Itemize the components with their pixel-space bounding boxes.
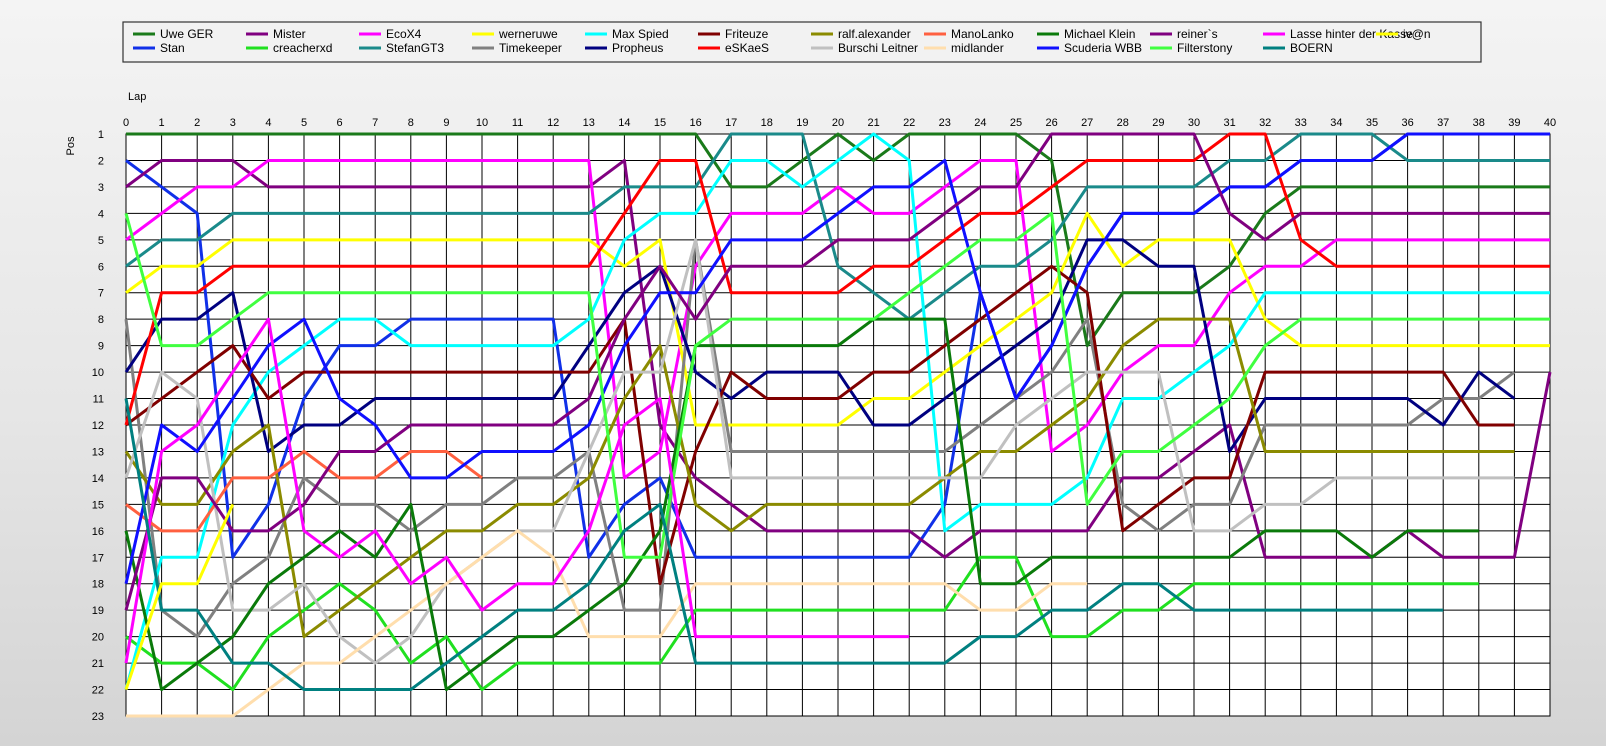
y-tick-label: 2	[98, 155, 104, 167]
y-axis-label: Pos	[65, 136, 77, 155]
y-tick-label: 5	[98, 235, 104, 247]
x-tick-label: 8	[408, 117, 414, 129]
x-tick-label: 34	[1330, 117, 1342, 129]
legend-label: creacherxd	[273, 41, 332, 55]
y-tick-label: 15	[92, 499, 104, 511]
legend-label: Uwe GER	[160, 27, 214, 41]
legend-label: Filterstony	[1177, 41, 1232, 55]
legend-label: Mister	[273, 27, 306, 41]
x-tick-label: 1	[159, 117, 165, 129]
legend-label: ManoLanko	[951, 27, 1014, 41]
legend-label: Michael Klein	[1064, 27, 1135, 41]
y-tick-label: 10	[92, 367, 104, 379]
y-tick-label: 16	[92, 526, 104, 538]
x-tick-label: 7	[372, 117, 378, 129]
x-tick-label: 10	[476, 117, 488, 129]
y-tick-label: 11	[93, 394, 104, 406]
x-tick-label: 36	[1401, 117, 1413, 129]
x-tick-label: 5	[301, 117, 307, 129]
legend: Uwe GERStan Mistercreacherxd EcoX4StefanGT…	[122, 21, 1482, 63]
x-tick-label: 9	[443, 117, 449, 129]
y-tick-label: 6	[98, 261, 104, 273]
x-tick-label: 12	[547, 117, 559, 129]
legend-label: Burschi Leitner	[838, 41, 918, 55]
x-tick-label: 22	[903, 117, 915, 129]
y-tick-label: 13	[92, 446, 104, 458]
x-tick-label: 20	[832, 117, 844, 129]
legend-label: Stan	[160, 41, 185, 55]
legend-label: Propheus	[612, 41, 663, 55]
x-tick-label: 6	[337, 117, 343, 129]
y-tick-label: 3	[98, 182, 104, 194]
x-tick-label: 30	[1188, 117, 1200, 129]
x-tick-label: 35	[1366, 117, 1378, 129]
x-tick-label: 25	[1010, 117, 1022, 129]
legend-label: iv@n	[1403, 27, 1431, 41]
x-tick-label: 4	[265, 117, 271, 129]
y-tick-label: 17	[92, 552, 104, 564]
position-chart: Uwe GERStan Mistercreacherxd EcoX4StefanGT…	[65, 21, 1556, 723]
y-tick-label: 12	[92, 420, 104, 432]
x-tick-label: 11	[512, 117, 523, 129]
x-tick-label: 32	[1259, 117, 1271, 129]
x-tick-label: 23	[939, 117, 951, 129]
x-tick-label: 17	[725, 117, 737, 129]
y-tick-label: 18	[92, 579, 104, 591]
y-tick-label: 22	[92, 685, 104, 697]
x-tick-label: 24	[974, 117, 986, 129]
legend-label: Timekeeper	[499, 41, 562, 55]
y-ticks: 1234567891011121314151617181920212223	[92, 129, 104, 723]
y-tick-label: 9	[98, 341, 104, 353]
legend-label: BOERN	[1290, 41, 1333, 55]
x-tick-label: 27	[1081, 117, 1093, 129]
x-tick-label: 15	[654, 117, 666, 129]
legend-label: werneruwe	[498, 27, 558, 41]
y-tick-label: 8	[98, 314, 104, 326]
y-tick-label: 19	[92, 605, 104, 617]
x-tick-label: 2	[194, 117, 200, 129]
legend-label: EcoX4	[386, 27, 422, 41]
y-tick-label: 14	[92, 473, 104, 485]
y-tick-label: 1	[98, 129, 104, 141]
legend-label: Friteuze	[725, 27, 769, 41]
x-tick-label: 13	[583, 117, 595, 129]
x-tick-label: 26	[1045, 117, 1057, 129]
legend-label: ralf.alexander	[838, 27, 911, 41]
y-tick-label: 4	[98, 208, 104, 220]
x-tick-label: 40	[1544, 117, 1556, 129]
legend-label: Scuderia WBB	[1064, 41, 1142, 55]
x-tick-label: 39	[1508, 117, 1520, 129]
x-tick-label: 16	[689, 117, 701, 129]
x-tick-label: 28	[1117, 117, 1129, 129]
legend-label: reiner`s	[1177, 27, 1218, 41]
x-tick-label: 31	[1223, 117, 1235, 129]
legend-label: StefanGT3	[386, 41, 444, 55]
x-tick-label: 33	[1295, 117, 1307, 129]
x-tick-label: 38	[1473, 117, 1485, 129]
y-tick-label: 23	[92, 711, 104, 723]
legend-label: midlander	[951, 41, 1004, 55]
y-tick-label: 21	[92, 658, 104, 670]
x-tick-label: 21	[867, 117, 879, 129]
x-axis-label: Lap	[128, 91, 146, 103]
x-tick-label: 0	[123, 117, 129, 129]
y-tick-label: 20	[92, 632, 104, 644]
x-tick-label: 18	[761, 117, 773, 129]
y-tick-label: 7	[98, 288, 104, 300]
legend-label: eSKaeS	[725, 41, 769, 55]
x-tick-label: 14	[618, 117, 630, 129]
x-tick-label: 37	[1437, 117, 1449, 129]
x-tick-label: 3	[230, 117, 236, 129]
x-ticks: 0 1 2 3 4 5 6 7 8 9 10 11 12 13 14 15 16 17 18 19 20 21 22 23 24…	[123, 117, 1556, 129]
x-tick-label: 19	[796, 117, 808, 129]
x-tick-label: 29	[1152, 117, 1164, 129]
legend-label: Max Spied	[612, 27, 669, 41]
